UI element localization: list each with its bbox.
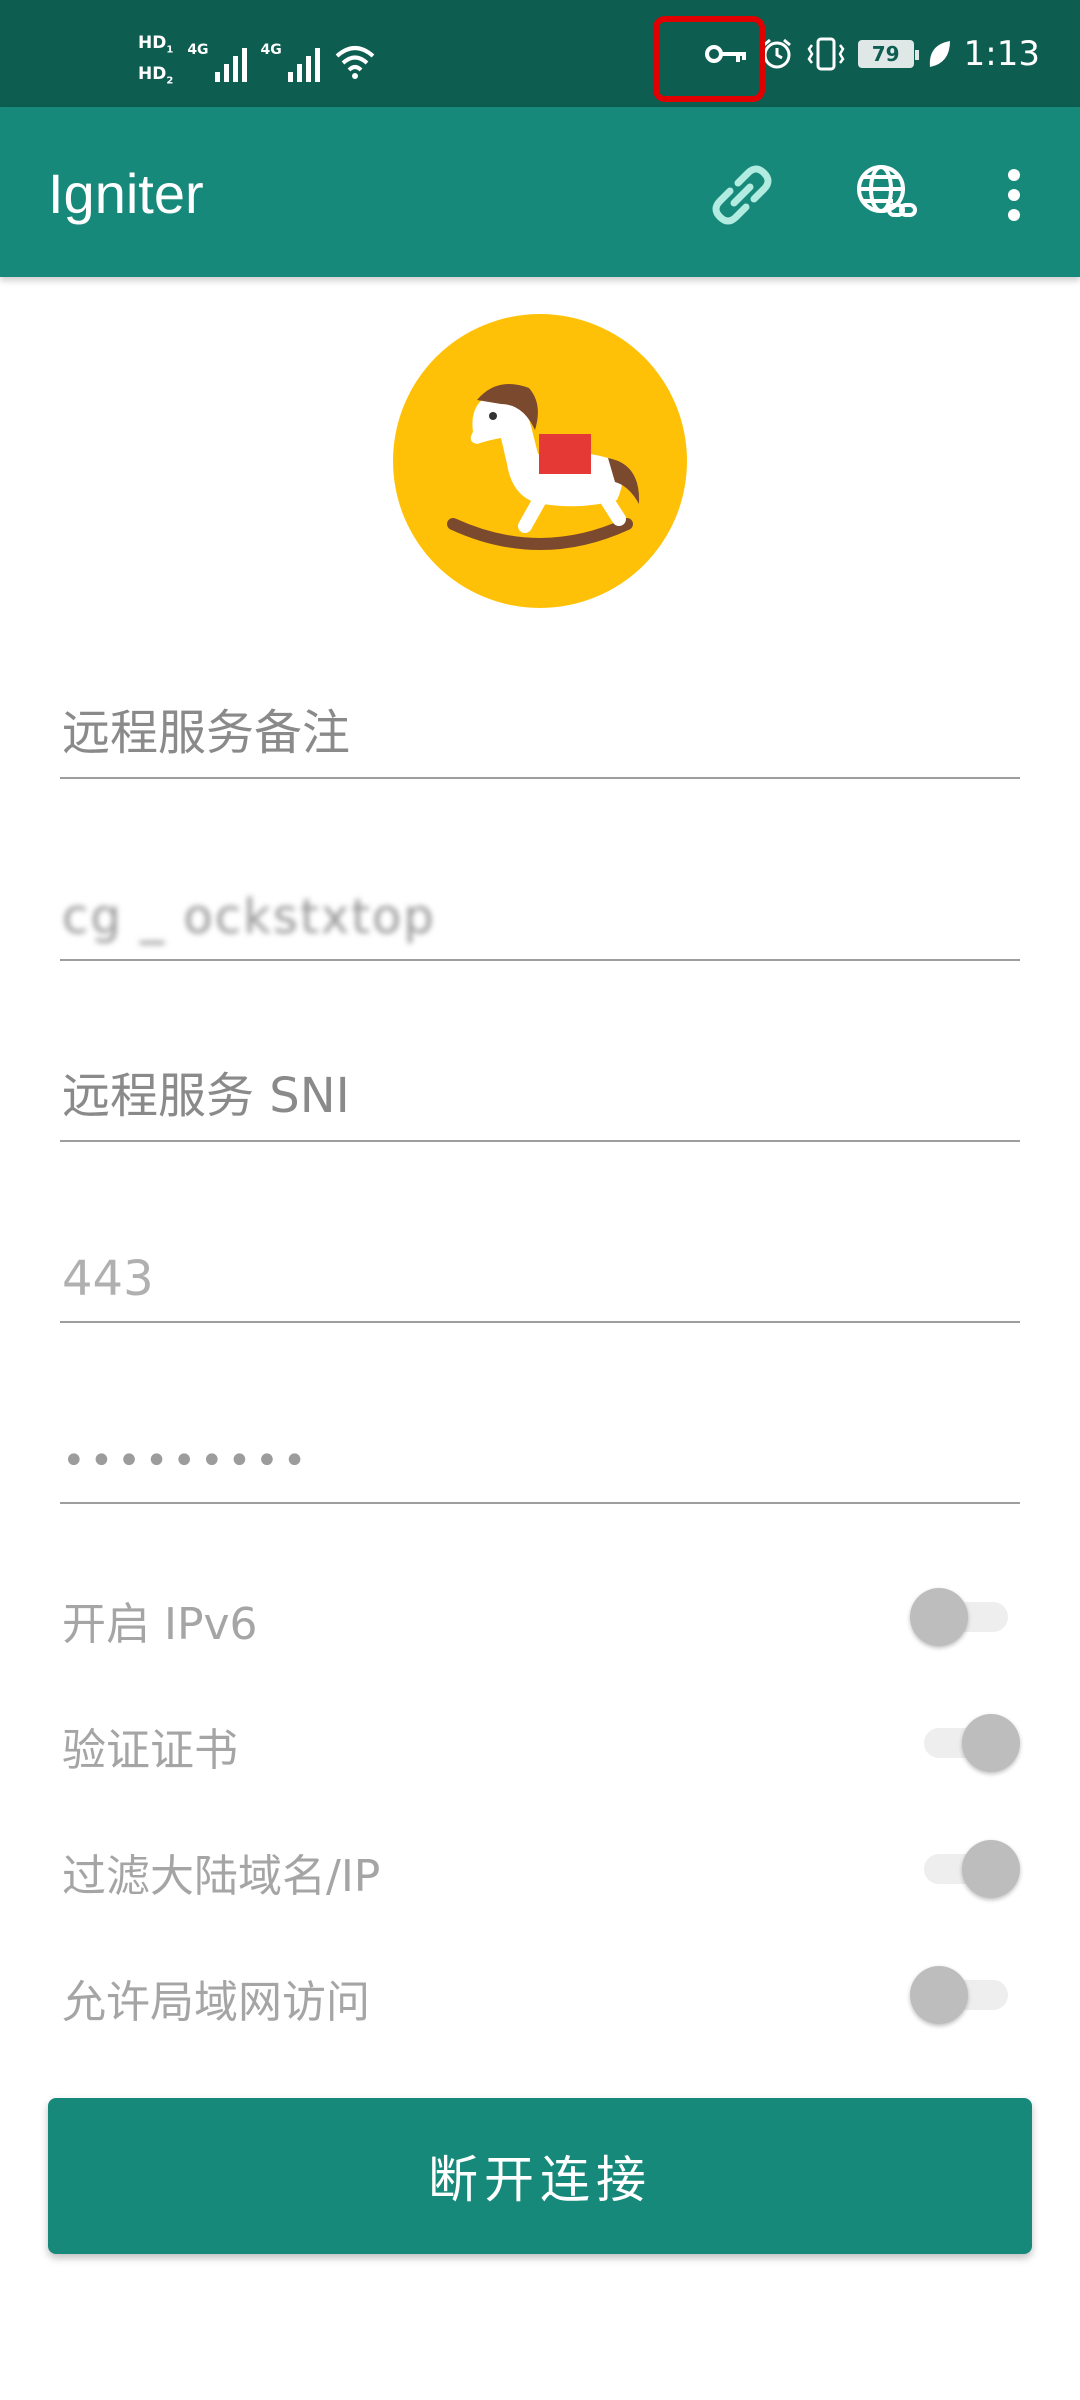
toggle-label: 验证证书 [62, 1725, 238, 1776]
battery-icon: 79 [857, 40, 919, 68]
toggle-label: 允许局域网访问 [62, 1977, 370, 2028]
rocking-horse-icon [447, 384, 640, 550]
password-field[interactable]: ••••••••• [60, 1414, 1020, 1504]
wifi-icon [335, 46, 375, 79]
port-field[interactable]: 443 [60, 1233, 1020, 1323]
sni-field[interactable]: 远程服务 SNI [60, 1052, 1020, 1142]
verify-cert-switch[interactable] [910, 1714, 1020, 1772]
hd2-label: HD2 [138, 64, 174, 87]
password-value: ••••••••• [62, 1438, 311, 1484]
power-saver-leaf-icon [929, 41, 950, 67]
vibrate-icon [807, 37, 845, 71]
more-vert-icon[interactable] [978, 159, 1050, 231]
hd-indicators: HD1 HD2 [138, 33, 173, 92]
address-field[interactable]: cg _ ockstxtop [60, 871, 1020, 961]
toggle-row-filter-domain: 过滤大陆域名/IP [60, 1822, 1020, 1912]
lan-access-switch[interactable] [910, 1966, 1020, 2024]
status-bar: HD1 HD2 4G 4G 79 1:13 [0, 0, 1080, 107]
port-placeholder: 443 [62, 1251, 154, 1307]
remark-placeholder: 远程服务备注 [62, 705, 351, 761]
toggle-label: 过滤大陆域名/IP [62, 1851, 381, 1902]
link-icon[interactable] [706, 159, 778, 231]
hd1-label: HD1 [138, 32, 174, 55]
signal-icon: 4G [187, 42, 247, 82]
address-value: cg _ ockstxtop [62, 889, 436, 945]
rocking-horse-logo [393, 314, 687, 608]
filter-domain-switch[interactable] [910, 1840, 1020, 1898]
toggle-label: 开启 IPv6 [62, 1599, 258, 1650]
highlight-box [653, 16, 765, 102]
remark-field[interactable]: 远程服务备注 [60, 689, 1020, 779]
signal-icon: 4G [261, 42, 320, 82]
toggle-row-ipv6: 开启 IPv6 [60, 1570, 1020, 1660]
status-left-group: HD1 HD2 4G 4G [138, 30, 376, 94]
disconnect-button[interactable]: 断开连接 [48, 2098, 1032, 2254]
toggle-row-lan-access: 允许局域网访问 [60, 1948, 1020, 2038]
toggle-row-verify-cert: 验证证书 [60, 1696, 1020, 1786]
globe-link-icon[interactable] [851, 159, 923, 231]
sni-placeholder: 远程服务 SNI [62, 1068, 350, 1124]
app-title: Igniter [48, 162, 204, 225]
ipv6-switch[interactable] [910, 1588, 1020, 1646]
app-bar: Igniter [0, 107, 1080, 277]
clock: 1:13 [963, 34, 1040, 74]
